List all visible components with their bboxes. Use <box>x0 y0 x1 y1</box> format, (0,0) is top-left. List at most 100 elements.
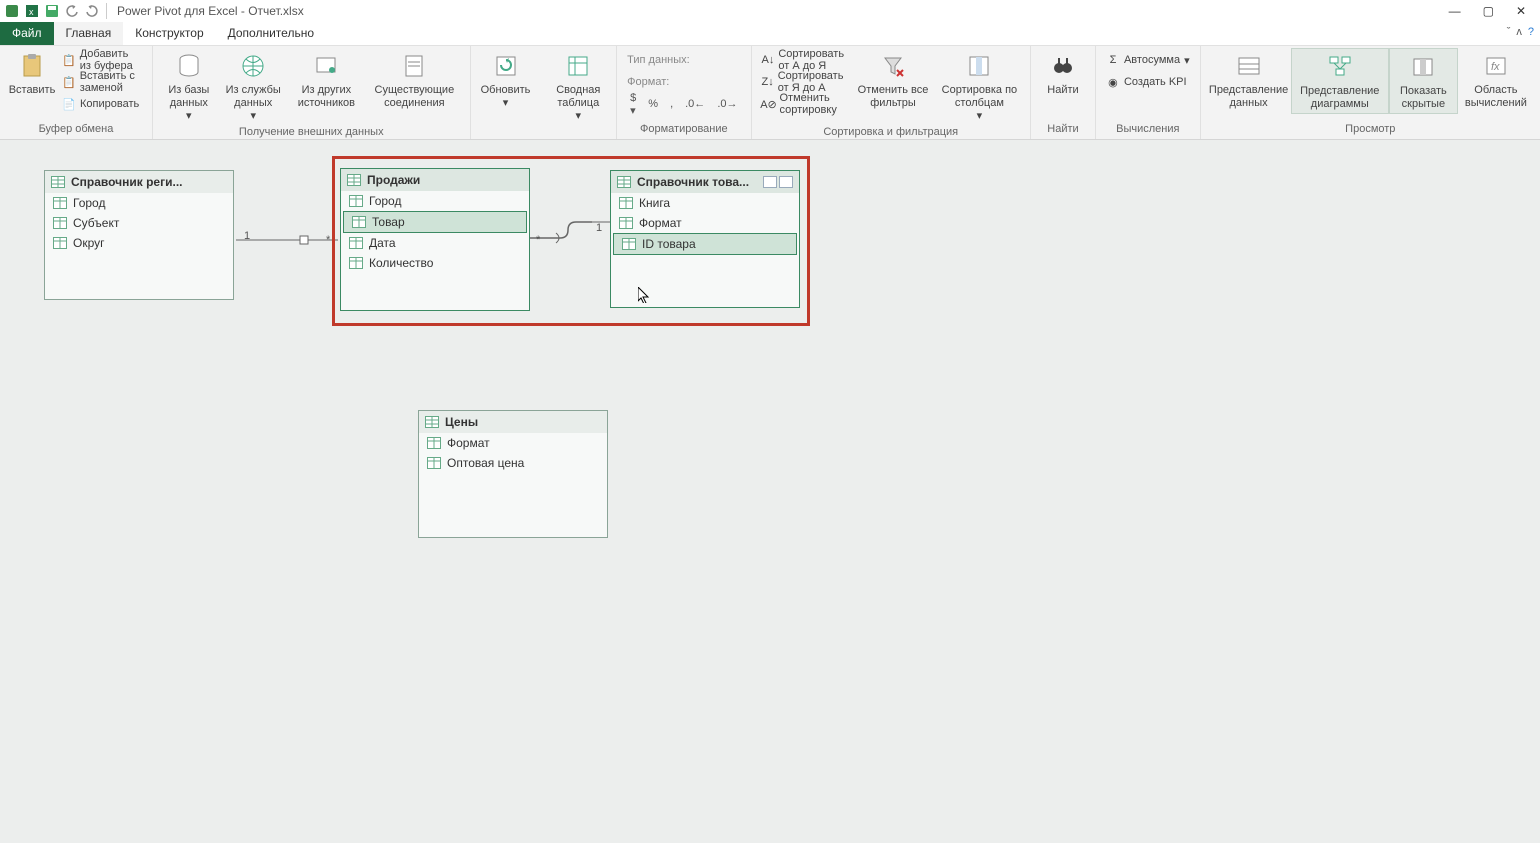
group-view: Представление данных Представление диагр… <box>1201 46 1540 139</box>
tab-design[interactable]: Конструктор <box>123 22 215 45</box>
group-external-data: Из базы данных▾ Из службы данных▾ Из дру… <box>153 46 471 139</box>
sort-by-column-button[interactable]: Сортировка по столбцам▾ <box>935 48 1024 126</box>
sort-za-icon: Z↓ <box>762 75 774 89</box>
paste-replace-button[interactable]: 📋Вставить с заменой <box>62 72 142 92</box>
increase-decimal-button[interactable]: .0← <box>682 97 708 111</box>
table-prices[interactable]: Цены Формат Оптовая цена <box>418 410 608 538</box>
ribbon-collapse-icon[interactable]: ˇ <box>1507 26 1511 38</box>
clear-sort-icon: A⊘ <box>762 97 776 111</box>
currency-button[interactable]: $ ▾ <box>627 91 639 118</box>
refresh-button[interactable]: Обновить▾ <box>477 48 535 112</box>
field-sales-2[interactable]: Дата <box>341 233 529 253</box>
field-products-2[interactable]: ID товара <box>613 233 797 255</box>
tab-home[interactable]: Главная <box>54 22 124 45</box>
group-refresh: Обновить▾ <box>471 46 541 139</box>
diagram-view-button[interactable]: Представление диаграммы <box>1291 48 1389 114</box>
column-icon <box>352 216 366 228</box>
comma-button[interactable]: , <box>667 97 676 111</box>
table-regions-header[interactable]: Справочник реги... <box>45 171 233 193</box>
table-detail-button[interactable] <box>763 176 777 188</box>
clipboard-add-icon: 📋 <box>62 53 76 67</box>
maximize-button[interactable]: ▢ <box>1483 4 1494 18</box>
column-icon <box>619 217 633 229</box>
other-sources-icon <box>310 50 342 82</box>
from-service-button[interactable]: Из службы данных▾ <box>219 48 288 126</box>
refresh-icon <box>490 50 522 82</box>
autosum-button[interactable]: ΣАвтосумма▾ <box>1106 50 1190 70</box>
table-maximize-button[interactable] <box>779 176 793 188</box>
pivot-table-icon <box>562 50 594 82</box>
decrease-decimal-button[interactable]: .0→ <box>714 97 740 111</box>
diagram-canvas[interactable]: 1 * * 1 Справочник реги... Город Субъект… <box>0 140 1540 843</box>
field-products-1[interactable]: Формат <box>611 213 799 233</box>
copy-icon: 📄 <box>62 97 76 111</box>
sort-az-button[interactable]: A↓Сортировать от А до Я <box>762 50 848 70</box>
ribbon: Вставить 📋Добавить из буфера 📋Вставить с… <box>0 46 1540 140</box>
group-calc: ΣАвтосумма▾ ◉Создать KPI Вычисления <box>1096 46 1201 139</box>
find-button[interactable]: Найти <box>1037 48 1089 99</box>
table-regions[interactable]: Справочник реги... Город Субъект Округ <box>44 170 234 300</box>
from-database-button[interactable]: Из базы данных▾ <box>159 48 219 126</box>
close-button[interactable]: ✕ <box>1516 4 1526 18</box>
sigma-icon: Σ <box>1106 53 1120 67</box>
field-sales-1[interactable]: Товар <box>343 211 527 233</box>
create-kpi-button[interactable]: ◉Создать KPI <box>1106 72 1190 92</box>
undo-icon[interactable] <box>64 3 80 19</box>
pivot-table-button[interactable]: Сводная таблица▾ <box>546 48 610 126</box>
field-products-0[interactable]: Книга <box>611 193 799 213</box>
column-icon <box>349 257 363 269</box>
redo-icon[interactable] <box>84 3 100 19</box>
table-sales[interactable]: Продажи Город Товар Дата Количество <box>340 168 530 311</box>
field-sales-0[interactable]: Город <box>341 191 529 211</box>
existing-conn-icon <box>398 50 430 82</box>
group-clipboard-label: Буфер обмена <box>6 123 146 137</box>
title-bar: x Power Pivot для Excel - Отчет.xlsx — ▢… <box>0 0 1540 22</box>
table-products-header[interactable]: Справочник това... <box>611 171 799 193</box>
show-hidden-button[interactable]: Показать скрытые <box>1389 48 1458 114</box>
field-prices-1[interactable]: Оптовая цена <box>419 453 607 473</box>
table-sales-header[interactable]: Продажи <box>341 169 529 191</box>
calc-area-button[interactable]: fx Область вычислений <box>1458 48 1534 112</box>
field-regions-1[interactable]: Субъект <box>45 213 233 233</box>
sort-za-button[interactable]: Z↓Сортировать от Я до А <box>762 72 848 92</box>
clear-sort-button[interactable]: A⊘Отменить сортировку <box>762 94 848 114</box>
table-prices-header[interactable]: Цены <box>419 411 607 433</box>
datatype-label: Тип данных: <box>627 54 690 66</box>
column-icon <box>619 197 633 209</box>
ribbon-up-icon[interactable]: ʌ <box>1516 26 1522 38</box>
field-regions-2[interactable]: Округ <box>45 233 233 253</box>
data-view-icon <box>1233 50 1265 82</box>
rel-1-right: * <box>326 234 330 246</box>
clear-filters-button[interactable]: Отменить все фильтры <box>851 48 935 112</box>
column-icon <box>427 437 441 449</box>
field-regions-0[interactable]: Город <box>45 193 233 213</box>
from-other-button[interactable]: Из других источников <box>288 48 365 112</box>
window-title: Power Pivot для Excel - Отчет.xlsx <box>117 4 304 18</box>
group-calc-label: Вычисления <box>1102 123 1194 137</box>
tab-advanced[interactable]: Дополнительно <box>216 22 326 45</box>
add-from-buffer-button[interactable]: 📋Добавить из буфера <box>62 50 142 70</box>
minimize-button[interactable]: — <box>1449 4 1461 18</box>
column-icon <box>53 217 67 229</box>
help-icon[interactable]: ? <box>1528 26 1534 38</box>
paste-button[interactable]: Вставить <box>6 48 58 99</box>
data-view-button[interactable]: Представление данных <box>1207 48 1291 112</box>
group-pivot: Сводная таблица▾ <box>540 46 617 139</box>
sort-az-icon: A↓ <box>762 53 775 67</box>
save-icon[interactable] <box>44 3 60 19</box>
column-icon <box>53 237 67 249</box>
existing-connections-button[interactable]: Существующие соединения <box>365 48 464 112</box>
format-label: Формат: <box>627 76 669 88</box>
group-find: Найти Найти <box>1031 46 1096 139</box>
copy-button[interactable]: 📄Копировать <box>62 94 142 114</box>
tab-file[interactable]: Файл <box>0 22 54 45</box>
percent-button[interactable]: % <box>645 97 661 111</box>
field-sales-3[interactable]: Количество <box>341 253 529 273</box>
funnel-clear-icon <box>877 50 909 82</box>
separator <box>106 3 107 19</box>
show-hidden-icon <box>1407 51 1439 83</box>
group-sort: A↓Сортировать от А до Я Z↓Сортировать от… <box>752 46 1031 139</box>
column-icon <box>349 195 363 207</box>
kpi-icon: ◉ <box>1106 75 1120 89</box>
field-prices-0[interactable]: Формат <box>419 433 607 453</box>
